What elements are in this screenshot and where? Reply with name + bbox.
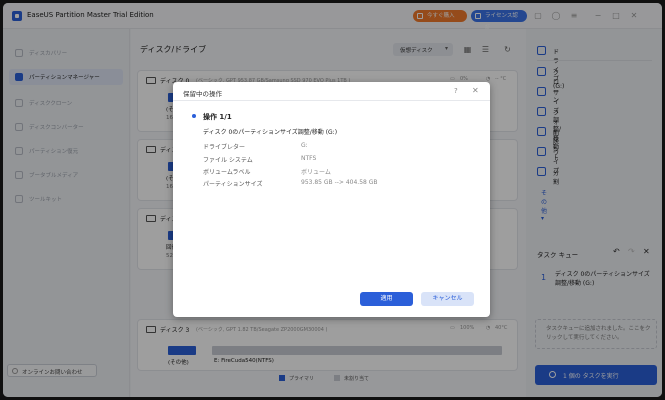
detail-value: ボリューム	[301, 169, 331, 176]
detail-value: G:	[301, 142, 308, 149]
detail-key: ファイル システム	[203, 157, 253, 164]
divider	[173, 100, 490, 101]
detail-key: ドライブレター	[203, 144, 246, 151]
operation-desc: ディスク 0のパーティションサイズ調整/移動 (G:)	[203, 129, 338, 136]
detail-value: 953.85 GB --> 404.58 GB	[301, 179, 378, 186]
detail-key: パーティションサイズ	[203, 181, 263, 188]
operation-title: 操作 1/1	[203, 113, 232, 121]
apply-button[interactable]: 適用	[360, 292, 413, 306]
close-icon[interactable]: ✕	[472, 86, 479, 95]
pending-operations-dialog: 保留中の操作 ? ✕ 操作 1/1 ディスク 0のパーティションサイズ調整/移動…	[173, 82, 490, 317]
cancel-button[interactable]: キャンセル	[421, 292, 474, 306]
dialog-title: 保留中の操作	[183, 90, 222, 98]
detail-value: NTFS	[301, 155, 317, 162]
help-icon[interactable]: ?	[454, 87, 458, 95]
detail-key: ボリュームラベル	[203, 169, 251, 176]
bullet-icon	[192, 114, 196, 118]
